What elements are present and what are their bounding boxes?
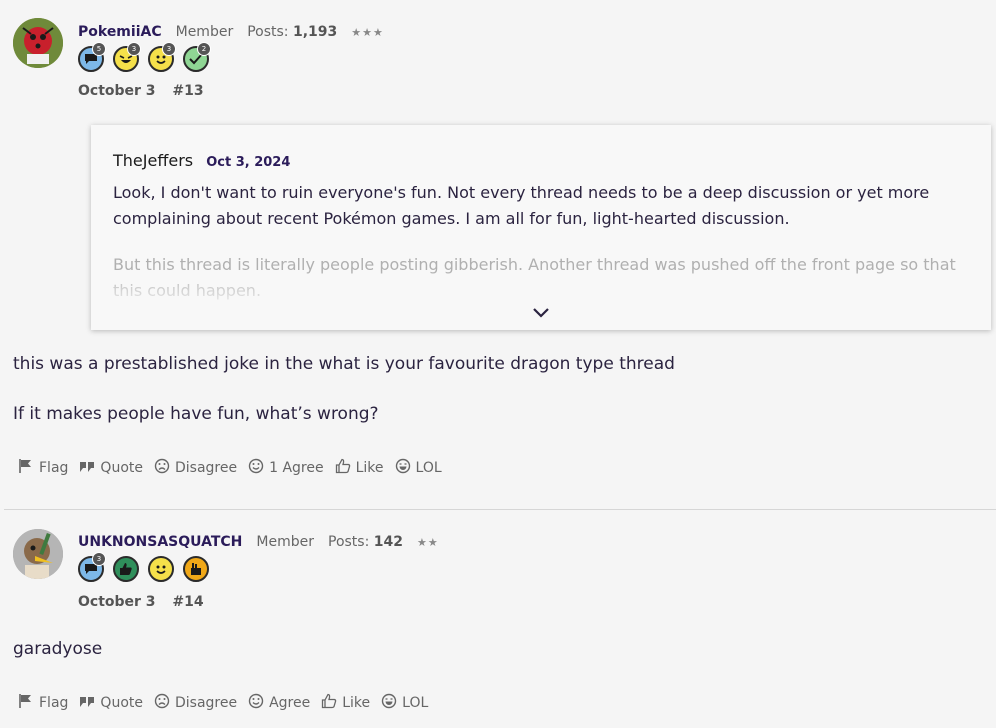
flag-icon (18, 458, 34, 478)
agree-button[interactable]: Agree (248, 693, 310, 713)
avatar[interactable] (13, 529, 63, 579)
disagree-button[interactable]: Disagree (154, 693, 237, 713)
like-label: Like (342, 695, 371, 711)
agree-label: Agree (269, 695, 311, 711)
quote-button[interactable]: Quote (79, 693, 143, 713)
post-number[interactable]: #13 (172, 83, 203, 99)
badge-count: 3 (162, 42, 176, 56)
smile-face-icon (248, 693, 264, 713)
laughing-face-icon[interactable]: 3 (113, 42, 141, 72)
username[interactable]: UNKNONSASQUATCH (78, 534, 242, 550)
agree-button[interactable]: 1 Agree (248, 458, 324, 478)
quote-label: Quote (100, 460, 143, 476)
disagree-label: Disagree (174, 460, 238, 476)
badge-count: 2 (197, 42, 211, 56)
speech-bubble-icon[interactable]: 3 (78, 552, 106, 582)
laughing-face-icon (381, 693, 397, 713)
badge-count: 5 (92, 42, 106, 56)
smile-face-icon[interactable]: 3 (148, 42, 176, 72)
comment: PokemiiAC Member Posts: 1,193 ★★★ 5 3 3 … (0, 0, 996, 509)
user-meta: PokemiiAC Member Posts: 1,193 ★★★ (78, 24, 384, 40)
checkmark-icon[interactable]: 2 (183, 42, 211, 72)
smile-face-icon[interactable] (148, 556, 174, 582)
comment: UNKNONSASQUATCH Member Posts: 142 ★★ 3 O… (0, 509, 996, 728)
lol-button[interactable]: LOL (395, 458, 442, 478)
flag-icon (18, 693, 34, 713)
quote-block: TheJeffers Oct 3, 2024 Look, I don't wan… (91, 125, 991, 330)
badge-row: 3 (78, 552, 209, 582)
action-bar: Flag Quote Disagree Agree Like LOL (18, 693, 439, 713)
smile-face-icon (248, 458, 264, 478)
agree-label: 1 Agree (269, 460, 324, 476)
post-number[interactable]: #14 (172, 594, 203, 610)
post-count-label: Posts: (247, 24, 289, 40)
flag-button[interactable]: Flag (18, 458, 68, 478)
speech-bubble-icon[interactable]: 5 (78, 42, 106, 72)
like-label: Like (355, 460, 384, 476)
badge-count: 3 (92, 552, 106, 566)
hand-icon[interactable] (183, 556, 209, 582)
action-bar: Flag Quote Disagree 1 Agree Like LOL (18, 458, 453, 478)
quote-label: Quote (100, 695, 143, 711)
ledyba-avatar-image (13, 18, 63, 68)
post-count-value: 1,193 (292, 24, 338, 40)
like-button[interactable]: Like (321, 693, 370, 713)
farfetchd-avatar-image (13, 529, 63, 579)
lol-button[interactable]: LOL (381, 693, 428, 713)
post-count-value: 142 (373, 534, 403, 550)
like-button[interactable]: Like (335, 458, 384, 478)
lol-label: LOL (402, 695, 429, 711)
badge-count: 3 (127, 42, 141, 56)
flag-label: Flag (39, 460, 69, 476)
quote-header: TheJeffers Oct 3, 2024 (113, 151, 969, 170)
comment-body-line: If it makes people have fun, what’s wron… (13, 404, 379, 424)
post-date[interactable]: October 3 (78, 594, 156, 610)
post-count-label: Posts: (328, 534, 370, 550)
frown-face-icon (154, 458, 170, 478)
quote-button[interactable]: Quote (79, 458, 143, 478)
thumbs-up-icon[interactable] (113, 556, 139, 582)
disagree-button[interactable]: Disagree (154, 458, 237, 478)
comment-body-line: garadyose (13, 639, 103, 659)
rank-stars: ★★ (417, 536, 439, 549)
quote-date[interactable]: Oct 3, 2024 (206, 155, 290, 170)
user-role: Member (256, 534, 314, 550)
quote-icon (79, 694, 95, 712)
user-role: Member (175, 24, 234, 40)
quote-paragraph: Look, I don't want to ruin everyone's fu… (113, 183, 930, 228)
post-count: Posts: 1,193 (247, 24, 337, 40)
lol-label: LOL (415, 460, 442, 476)
frown-face-icon (154, 693, 170, 713)
post-info: October 3 #13 (78, 83, 216, 99)
post-info: October 3 #14 (78, 594, 216, 610)
disagree-label: Disagree (174, 695, 238, 711)
user-meta: UNKNONSASQUATCH Member Posts: 142 ★★ (78, 534, 439, 550)
post-count: Posts: 142 (328, 534, 403, 550)
flag-button[interactable]: Flag (18, 693, 68, 713)
badge-row: 5 3 3 2 (78, 42, 211, 72)
post-date[interactable]: October 3 (78, 83, 156, 99)
comment-body-line: this was a prestablished joke in the wha… (13, 354, 675, 374)
username[interactable]: PokemiiAC (78, 24, 162, 40)
thumbs-up-icon (335, 458, 351, 478)
avatar[interactable] (13, 18, 63, 68)
thumbs-up-icon (321, 693, 337, 713)
flag-label: Flag (39, 695, 69, 711)
laughing-face-icon (395, 458, 411, 478)
quote-author[interactable]: TheJeffers (113, 151, 193, 170)
rank-stars: ★★★ (351, 26, 384, 39)
quote-icon (79, 459, 95, 477)
chevron-down-icon[interactable] (531, 303, 551, 322)
